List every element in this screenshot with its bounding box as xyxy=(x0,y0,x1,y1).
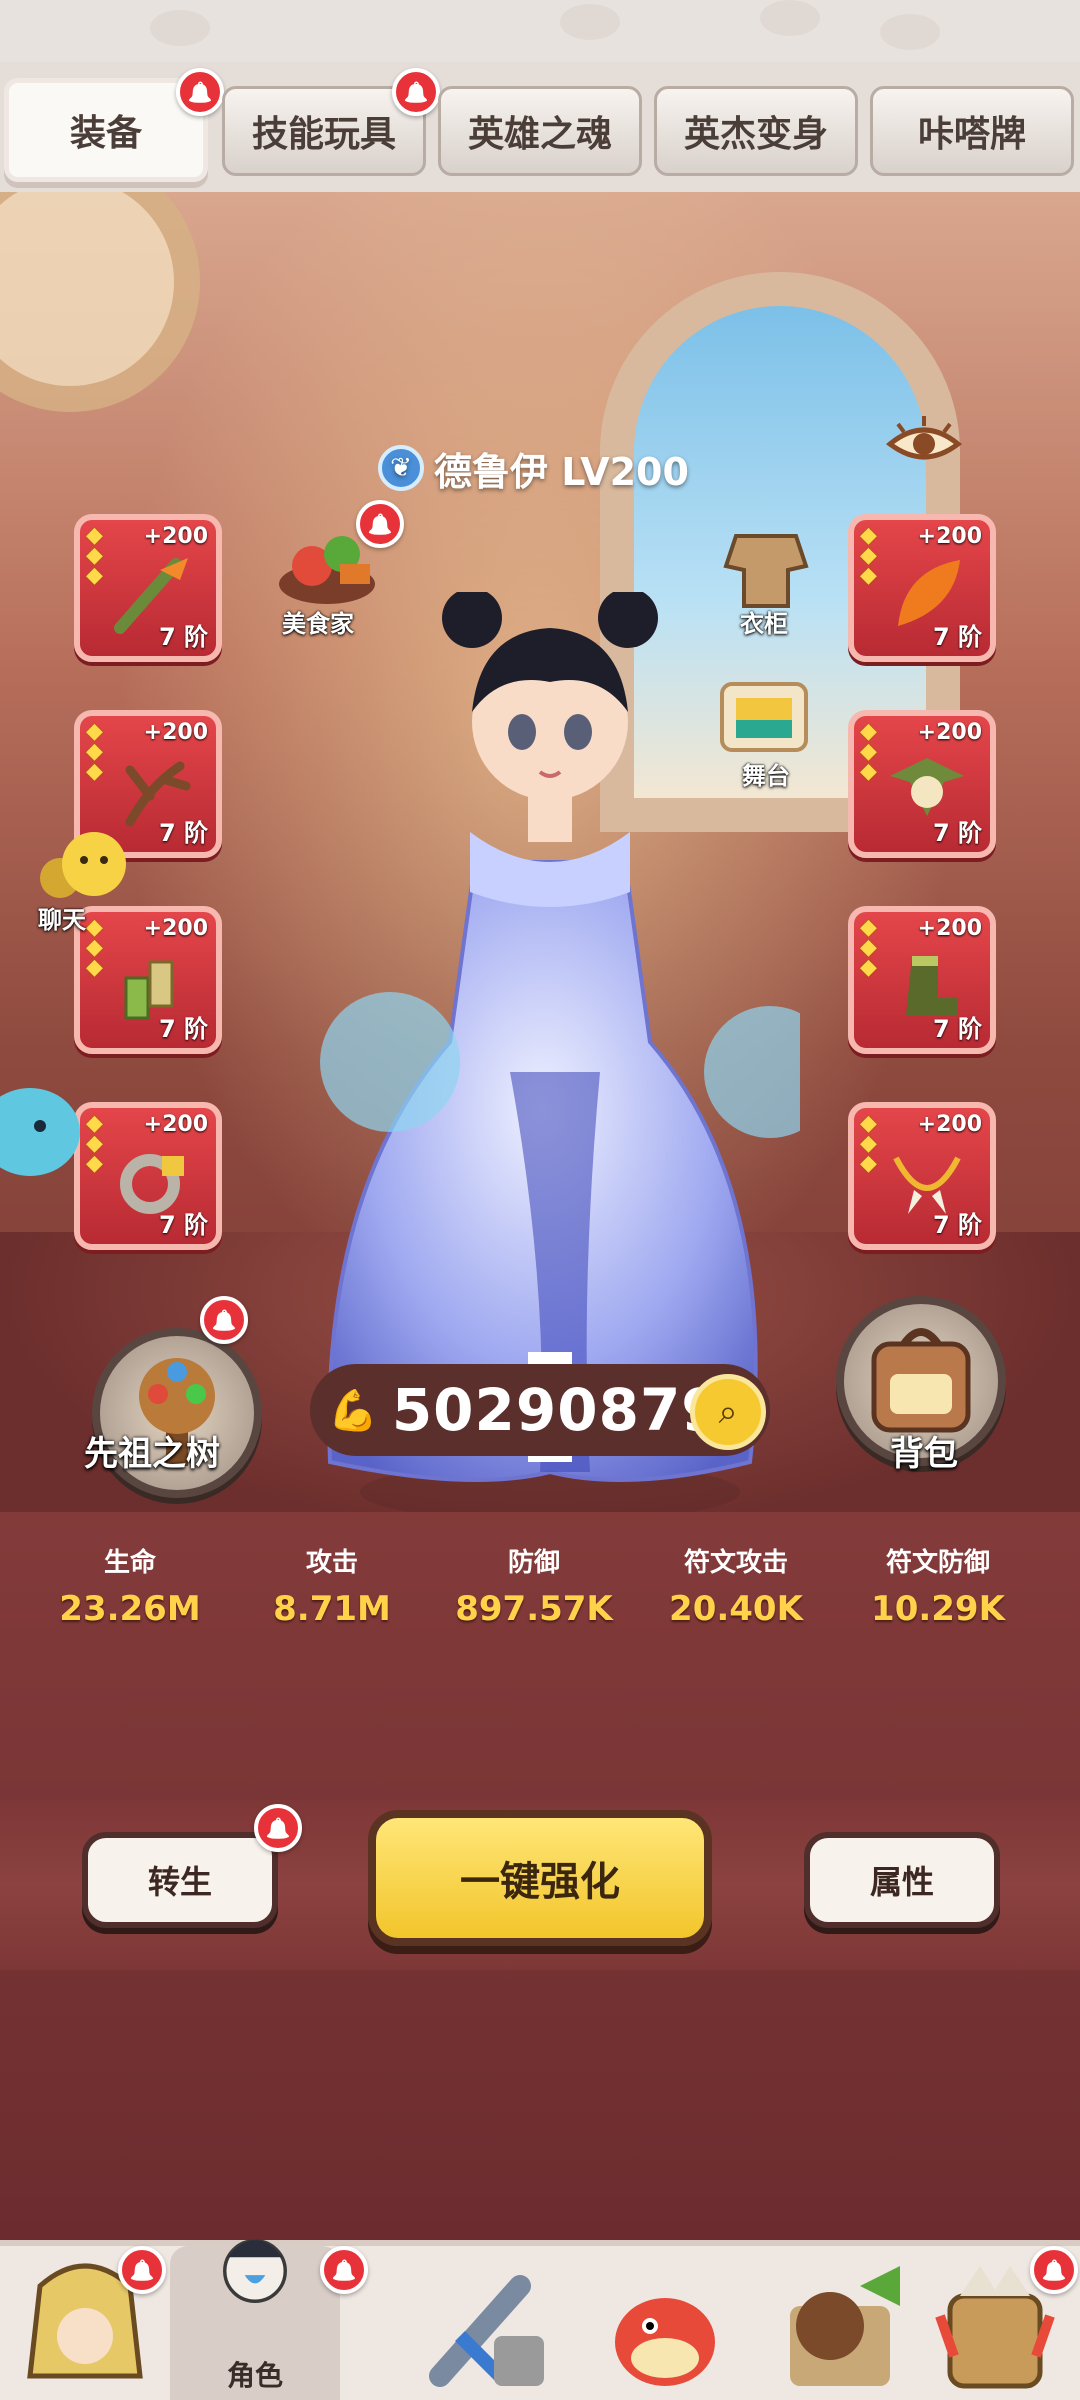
equip-slot-necklace[interactable]: ◆ ◆ ◆ +200 7 阶 xyxy=(848,1102,996,1250)
equip-slot-weapon[interactable]: ◆ ◆ ◆ +200 7 阶 xyxy=(74,514,222,662)
stat-value: 23.26M xyxy=(59,1589,201,1629)
bear-shop-icon xyxy=(790,2266,900,2386)
enhance-level: +200 xyxy=(917,720,982,745)
druid-icon: ❦ xyxy=(378,445,424,491)
flexed-arm-icon: 💪 xyxy=(328,1387,378,1434)
equip-slot-offhand[interactable]: ◆ ◆ ◆ +200 7 阶 xyxy=(848,514,996,662)
top-decor-strip xyxy=(0,0,1080,62)
rebirth-button[interactable]: 转生 xyxy=(82,1832,278,1928)
star-icons: ◆ ◆ ◆ xyxy=(86,719,103,784)
enhance-level: +200 xyxy=(917,916,982,941)
equip-slot-boots[interactable]: ◆ ◆ ◆ +200 7 阶 xyxy=(848,906,996,1054)
nav-weapon-tab[interactable] xyxy=(400,2246,570,2400)
star-icons: ◆ ◆ ◆ xyxy=(860,1111,877,1176)
stat-label: 符文攻击 xyxy=(683,1548,788,1578)
notification-bell-icon xyxy=(176,68,224,116)
tier-label: 7 阶 xyxy=(932,1015,982,1043)
notification-bell-icon xyxy=(392,68,440,116)
dino-pet-icon xyxy=(615,2298,715,2386)
tab-hero-soul[interactable]: 英雄之魂 xyxy=(438,86,642,176)
tier-label: 7 阶 xyxy=(932,819,982,847)
stat-value: 8.71M xyxy=(273,1589,391,1629)
nav-label: 角色 xyxy=(226,2359,283,2392)
enhance-level: +200 xyxy=(143,720,208,745)
eye-icon[interactable] xyxy=(884,412,964,472)
star-icons: ◆ ◆ ◆ xyxy=(860,719,877,784)
pet-creature-icon xyxy=(0,1088,80,1176)
tab-card[interactable]: 咔嗒牌 xyxy=(870,86,1074,176)
upgrade-all-button[interactable]: 一键强化 xyxy=(368,1810,712,1946)
tab-label: 装备 xyxy=(69,113,142,154)
ancestor-tree-label: 先祖之树 xyxy=(84,1434,220,1474)
stat-label: 防御 xyxy=(507,1548,560,1578)
enhance-level: +200 xyxy=(143,1112,208,1137)
character-icon xyxy=(223,2239,287,2303)
tier-label: 7 阶 xyxy=(932,623,982,651)
wall-round-window xyxy=(0,192,200,412)
enhance-level: +200 xyxy=(917,1112,982,1137)
stat-rune-attack: 符文攻击 20.40K xyxy=(636,1542,836,1629)
search-icon[interactable]: ⌕ xyxy=(690,1374,766,1450)
stat-value: 897.57K xyxy=(455,1589,613,1629)
notification-bell-icon xyxy=(320,2246,368,2294)
tab-transform[interactable]: 英杰变身 xyxy=(654,86,858,176)
tab-label: 咔嗒牌 xyxy=(917,114,1026,155)
notification-bell-icon xyxy=(356,500,404,548)
tier-label: 7 阶 xyxy=(158,1211,208,1239)
nav-character-tab[interactable]: 角色 xyxy=(170,2239,340,2400)
tier-label: 7 阶 xyxy=(932,1211,982,1239)
stat-attack: 攻击 8.71M xyxy=(232,1542,432,1629)
equip-slot-mask[interactable]: ◆ ◆ ◆ +200 7 阶 xyxy=(848,710,996,858)
tier-label: 7 阶 xyxy=(158,1015,208,1043)
enhance-level: +200 xyxy=(143,524,208,549)
stat-value: 20.40K xyxy=(669,1589,803,1629)
star-icons: ◆ ◆ ◆ xyxy=(860,915,877,980)
tab-label: 英杰变身 xyxy=(683,114,828,155)
hero-name-level: ❦ 德鲁伊 LV200 xyxy=(378,438,689,498)
combat-power-value: 50290879 xyxy=(391,1376,723,1444)
top-tab-bar: 装备 技能玩具 英雄之魂 英杰变身 咔嗒牌 xyxy=(0,62,1080,192)
star-icons: ◆ ◆ ◆ xyxy=(86,915,103,980)
stat-hp: 生命 23.26M xyxy=(30,1542,230,1629)
tier-label: 7 阶 xyxy=(158,819,208,847)
tier-label: 7 阶 xyxy=(158,623,208,651)
hero-name-text: 德鲁伊 LV200 xyxy=(434,449,689,494)
chat-bubble-icon[interactable] xyxy=(30,828,130,908)
stats-panel: 生命 23.26M 攻击 8.71M 防御 897.57K 符文攻击 20.40… xyxy=(0,1512,1080,2240)
notification-bell-icon xyxy=(118,2246,166,2294)
equip-slot-ring[interactable]: ◆ ◆ ◆ +200 7 阶 xyxy=(74,1102,222,1250)
attributes-label: 属性 xyxy=(869,1863,934,1901)
star-icons: ◆ ◆ ◆ xyxy=(86,523,103,588)
weapon-icon xyxy=(429,2275,544,2387)
nav-pet-tab[interactable] xyxy=(580,2246,750,2400)
character-scene: ❦ 德鲁伊 LV200 ◆ ◆ ◆ +200 7 阶 ◆ ◆ ◆ +200 7 阶 ◆ ◆… xyxy=(0,192,1080,1512)
nav-shop-tab[interactable] xyxy=(750,2246,920,2400)
attributes-button[interactable]: 属性 xyxy=(804,1832,1000,1928)
backpack-label: 背包 xyxy=(890,1434,958,1474)
enhance-level: +200 xyxy=(917,524,982,549)
stat-label: 生命 xyxy=(103,1548,156,1578)
bottom-nav: 角色 xyxy=(0,2239,1080,2400)
chat-label: 聊天 xyxy=(38,906,86,934)
tab-label: 技能玩具 xyxy=(251,114,396,155)
notification-bell-icon xyxy=(1030,2246,1078,2294)
stat-defense: 防御 897.57K xyxy=(434,1542,634,1629)
stat-value: 10.29K xyxy=(871,1589,1005,1629)
stat-rune-defense: 符文防御 10.29K xyxy=(838,1542,1038,1629)
notification-bell-icon xyxy=(254,1804,302,1852)
rebirth-label: 转生 xyxy=(147,1863,212,1901)
star-icons: ◆ ◆ ◆ xyxy=(860,523,877,588)
stat-label: 攻击 xyxy=(305,1548,358,1578)
notification-bell-icon xyxy=(200,1296,248,1344)
enhance-level: +200 xyxy=(143,916,208,941)
tab-label: 英雄之魂 xyxy=(467,114,612,155)
upgrade-all-label: 一键强化 xyxy=(460,1859,620,1905)
equip-slot-body[interactable]: ◆ ◆ ◆ +200 7 阶 xyxy=(74,906,222,1054)
stat-label: 符文防御 xyxy=(885,1548,990,1578)
